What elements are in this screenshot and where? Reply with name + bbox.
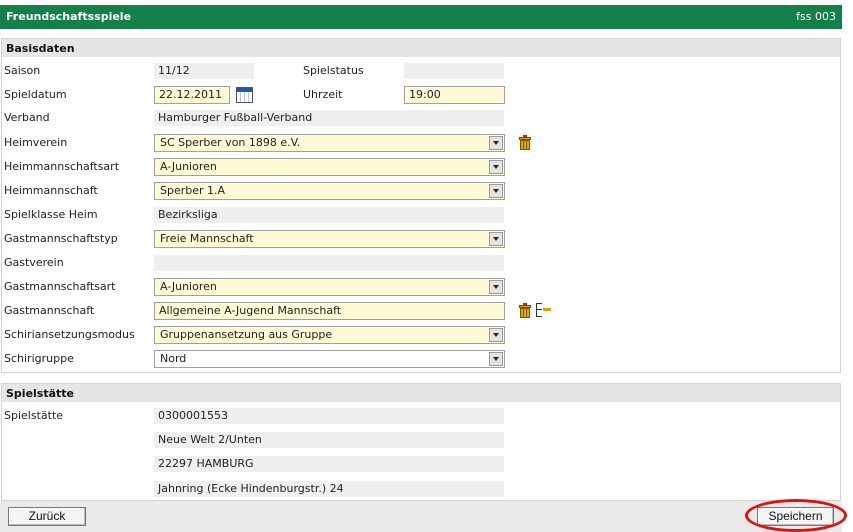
- gastverein-label: Gastverein: [4, 256, 64, 269]
- spielstaette-line: 22297 HAMBURG: [154, 456, 504, 472]
- saison-label: Saison: [4, 64, 41, 77]
- chevron-down-icon[interactable]: [489, 184, 503, 198]
- gastverein-value: [154, 255, 504, 271]
- spielklasse-value: Bezirksliga: [154, 207, 504, 223]
- schiriansetzung-select[interactable]: Gruppenansetzung aus Gruppe: [154, 326, 505, 344]
- title-bar: Freundschaftsspiele fss 003: [0, 5, 842, 29]
- gastmannschaftsart-label: Gastmannschaftsart: [4, 280, 116, 293]
- chevron-down-icon[interactable]: [489, 280, 503, 294]
- heimmannschaftsart-select[interactable]: A-Junioren: [154, 158, 505, 176]
- verband-value: Hamburger Fußball-Verband: [154, 110, 504, 126]
- schirigruppe-value: Nord: [160, 352, 187, 365]
- uhrzeit-input[interactable]: 19:00: [404, 86, 505, 104]
- spielstaette-label: Spielstätte: [4, 409, 64, 422]
- schirigruppe-label: Schirigruppe: [4, 352, 74, 365]
- page-title: Freundschaftsspiele: [6, 10, 132, 23]
- chevron-down-icon[interactable]: [489, 232, 503, 246]
- gastmannschaftstyp-value: Freie Mannschaft: [160, 232, 254, 245]
- gastmannschaft-input[interactable]: Allgemeine A-Jugend Mannschaft: [154, 302, 505, 320]
- saison-value: 11/12: [154, 63, 254, 79]
- delete-icon[interactable]: [518, 135, 532, 151]
- back-button[interactable]: Zurück: [8, 507, 86, 526]
- gastmannschaftsart-value: A-Junioren: [160, 280, 217, 293]
- verband-label: Verband: [4, 111, 50, 124]
- spielstaette-line: Jahnring (Ecke Hindenburgstr.) 24: [154, 481, 504, 497]
- gastmannschaft-label: Gastmannschaft: [4, 304, 95, 317]
- uhrzeit-label: Uhrzeit: [303, 88, 343, 101]
- heimverein-select[interactable]: SC Sperber von 1898 e.V.: [154, 134, 505, 152]
- spielklasse-label: Spielklasse Heim: [4, 208, 98, 221]
- spieldatum-label: Spieldatum: [4, 88, 67, 101]
- spielstaette-line: Neue Welt 2/Unten: [154, 432, 504, 448]
- schirigruppe-select[interactable]: Nord: [154, 350, 505, 368]
- spielstaette-line: 0300001553: [154, 408, 504, 424]
- gastmannschaftsart-select[interactable]: A-Junioren: [154, 278, 505, 296]
- chevron-down-icon[interactable]: [489, 328, 503, 342]
- heimmannschaft-label: Heimmannschaft: [4, 184, 98, 197]
- form-code: fss 003: [796, 10, 836, 23]
- spielstatus-value: [404, 63, 504, 79]
- calendar-icon[interactable]: [236, 87, 253, 103]
- heimverein-label: Heimverein: [4, 136, 68, 149]
- chevron-down-icon[interactable]: [489, 136, 503, 150]
- heimmannschaft-select[interactable]: Sperber 1.A: [154, 182, 505, 200]
- delete-icon[interactable]: [518, 303, 532, 319]
- highlight-circle: [745, 499, 847, 532]
- heimmannschaftsart-value: A-Junioren: [160, 160, 217, 173]
- gastmannschaftstyp-label: Gastmannschaftstyp: [4, 232, 118, 245]
- select-team-icon[interactable]: [534, 302, 552, 318]
- gastmannschaftstyp-select[interactable]: Freie Mannschaft: [154, 230, 505, 248]
- spielstaette-heading: Spielstätte: [2, 384, 840, 402]
- basisdaten-heading: Basisdaten: [2, 39, 840, 57]
- schiriansetzung-label: Schiriansetzungsmodus: [4, 328, 135, 341]
- chevron-down-icon[interactable]: [489, 160, 503, 174]
- spielstatus-label: Spielstatus: [303, 64, 364, 77]
- spieldatum-input[interactable]: 22.12.2011: [154, 86, 230, 104]
- chevron-down-icon[interactable]: [489, 352, 503, 366]
- freundschaftsspiele-form: Freundschaftsspiele fss 003 Basisdaten S…: [0, 0, 853, 532]
- heimverein-value: SC Sperber von 1898 e.V.: [160, 136, 301, 149]
- heimmannschaftsart-label: Heimmannschaftsart: [4, 160, 120, 173]
- schiriansetzung-value: Gruppenansetzung aus Gruppe: [160, 328, 333, 341]
- heimmannschaft-value: Sperber 1.A: [160, 184, 226, 197]
- button-bar: [0, 501, 842, 532]
